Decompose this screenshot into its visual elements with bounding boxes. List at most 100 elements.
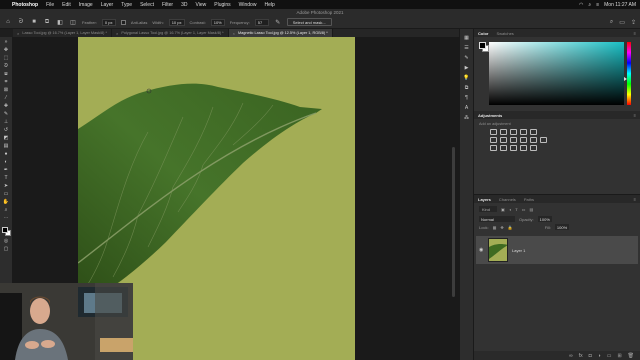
clone-stamp-tool-icon[interactable]: ⊥ [2, 119, 10, 126]
wifi-icon[interactable]: ◠ [579, 2, 583, 8]
lasso-tool-icon[interactable]: ᘐ [2, 63, 10, 70]
zoom-tool-icon[interactable]: ⌕ [2, 207, 10, 214]
channel-mixer-icon[interactable] [530, 137, 537, 143]
share-icon[interactable]: ⇪ [631, 19, 636, 26]
close-icon[interactable]: × [233, 31, 235, 36]
lock-pixels-icon[interactable]: ▦ [493, 225, 497, 230]
history-panel-icon[interactable]: ▦ [462, 35, 471, 42]
select-and-mask-button[interactable]: Select and mask... [286, 18, 332, 26]
exposure-icon[interactable] [520, 129, 527, 135]
healing-brush-tool-icon[interactable]: ✚ [2, 103, 10, 110]
brush-panel-icon[interactable]: ✎ [462, 55, 471, 62]
menu-item-select[interactable]: Select [140, 2, 154, 8]
properties-panel-icon[interactable]: ☰ [462, 45, 471, 52]
lock-position-icon[interactable]: ✥ [500, 225, 503, 230]
color-swatches[interactable] [1, 226, 12, 237]
tab-magnetic-lasso-tool[interactable]: × Magnetic Lasso Tool.jpg @ 12.5% (Layer… [228, 29, 333, 37]
crop-tool-icon[interactable]: ⌗ [2, 79, 10, 86]
quick-mask-icon[interactable]: ◎ [2, 238, 10, 245]
filter-pixel-icon[interactable]: ▣ [501, 207, 505, 212]
menu-item-filter[interactable]: Filter [162, 2, 173, 8]
menu-item-layer[interactable]: Layer [101, 2, 114, 8]
posterize-icon[interactable] [500, 145, 507, 151]
link-layers-icon[interactable]: ∞ [569, 353, 573, 359]
menu-item-3d[interactable]: 3D [181, 2, 187, 8]
control-center-icon[interactable]: ≡ [596, 2, 599, 8]
menu-item-edit[interactable]: Edit [62, 2, 71, 8]
hue-slider[interactable] [627, 42, 631, 105]
home-icon[interactable]: ⌂ [4, 18, 12, 26]
visibility-eye-icon[interactable]: ◉ [479, 247, 484, 253]
menu-item-plugins[interactable]: Plugins [214, 2, 230, 8]
menu-clock[interactable]: Mon 11:27 AM [604, 2, 636, 8]
close-icon[interactable]: × [17, 31, 19, 36]
levels-icon[interactable] [500, 129, 507, 135]
frame-tool-icon[interactable]: ⊠ [2, 87, 10, 94]
workspace-icon[interactable]: ▭ [619, 19, 625, 26]
menu-item-file[interactable]: File [46, 2, 54, 8]
filter-shape-icon[interactable]: ▭ [522, 207, 526, 212]
menu-item-image[interactable]: Image [79, 2, 93, 8]
magnetic-lasso-icon[interactable]: ᘐ [17, 18, 25, 26]
tab-channels[interactable]: Channels [499, 197, 516, 202]
eyedropper-tool-icon[interactable]: ⁄ [2, 95, 10, 102]
collapse-icon[interactable]: » [2, 39, 10, 46]
vertical-scrollbar[interactable] [452, 147, 455, 297]
pen-pressure-icon[interactable]: ✎ [274, 18, 282, 26]
new-layer-icon[interactable]: ⊞ [617, 353, 621, 359]
menu-item-window[interactable]: Window [239, 2, 257, 8]
learn-panel-icon[interactable]: 💡 [462, 75, 471, 82]
frequency-input[interactable]: 57 [254, 18, 269, 26]
intersect-selection-icon[interactable]: ◫ [69, 18, 77, 26]
more-tools-icon[interactable]: ⋯ [2, 215, 10, 222]
new-selection-icon[interactable]: ■ [30, 18, 38, 26]
panel-menu-icon[interactable]: ≡ [634, 197, 636, 202]
libraries-panel-icon[interactable]: ⧉ [462, 85, 471, 92]
gradient-map-icon[interactable] [520, 145, 527, 151]
invert-icon[interactable] [490, 145, 497, 151]
tab-paths[interactable]: Paths [524, 197, 534, 202]
paragraph-panel-icon[interactable]: ¶ [462, 95, 471, 102]
hue-saturation-icon[interactable] [490, 137, 497, 143]
hand-tool-icon[interactable]: ✋ [2, 199, 10, 206]
color-picker-field[interactable] [489, 42, 624, 105]
tab-polygonal-lasso-tool[interactable]: × Polygonal Lasso Tool.jpg @ 16.7% (Laye… [112, 29, 229, 37]
panel-menu-icon[interactable]: ≡ [634, 113, 636, 118]
character-panel-icon[interactable]: A [462, 105, 471, 112]
marquee-tool-icon[interactable]: ⬚ [2, 55, 10, 62]
layer-row[interactable]: ◉ Layer 1 [476, 236, 638, 264]
menu-app-name[interactable]: Photoshop [12, 2, 38, 8]
dodge-tool-icon[interactable]: ◐ [2, 159, 10, 166]
photo-filter-icon[interactable] [520, 137, 527, 143]
move-tool-icon[interactable]: ✥ [2, 47, 10, 54]
feather-input[interactable]: 0 px [101, 18, 116, 26]
brightness-contrast-icon[interactable] [490, 129, 497, 135]
object-selection-tool-icon[interactable]: ⧈ [2, 71, 10, 78]
tab-lasso-tool[interactable]: × Lasso Tool.jpg @ 16.7% (Layer 1, Layer… [13, 29, 112, 37]
history-brush-tool-icon[interactable]: ↺ [2, 127, 10, 134]
color-lookup-icon[interactable] [540, 137, 547, 143]
fill-input[interactable]: 100% [554, 224, 569, 230]
blur-tool-icon[interactable]: ● [2, 151, 10, 158]
glyphs-panel-icon[interactable]: ⁂ [462, 115, 471, 122]
screen-mode-icon[interactable]: ▢ [2, 246, 10, 253]
filter-smart-object-icon[interactable]: ▤ [529, 207, 533, 212]
search-icon[interactable]: ⌕ [610, 19, 613, 26]
menu-item-view[interactable]: View [196, 2, 207, 8]
layer-name[interactable]: Layer 1 [512, 248, 525, 253]
eraser-tool-icon[interactable]: ◩ [2, 135, 10, 142]
color-balance-icon[interactable] [500, 137, 507, 143]
type-tool-icon[interactable]: T [2, 175, 10, 182]
brush-tool-icon[interactable]: ✎ [2, 111, 10, 118]
menu-item-type[interactable]: Type [121, 2, 132, 8]
new-adjustment-icon[interactable]: ◑ [598, 353, 601, 359]
foreground-color-swatch[interactable] [1, 227, 8, 233]
menu-item-help[interactable]: Help [264, 2, 274, 8]
tab-adjustments[interactable]: Adjustments [478, 113, 502, 118]
close-icon[interactable]: × [116, 31, 118, 36]
selective-color-icon[interactable] [530, 145, 537, 151]
filter-adjustment-icon[interactable]: ◑ [509, 207, 511, 212]
layer-style-icon[interactable]: fx [579, 353, 583, 359]
panel-menu-icon[interactable]: ≡ [634, 31, 636, 36]
blend-mode-select[interactable]: Normal [479, 216, 515, 222]
